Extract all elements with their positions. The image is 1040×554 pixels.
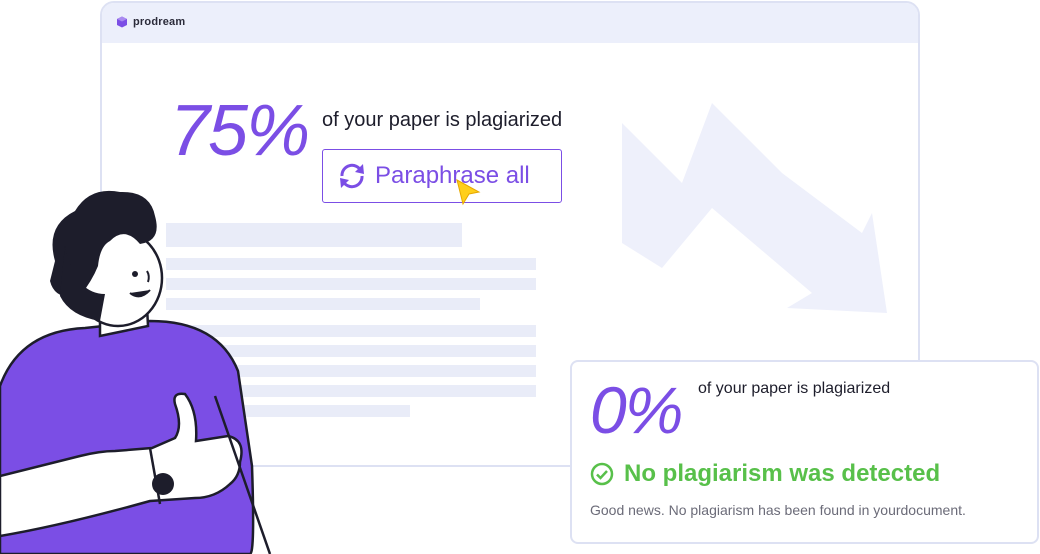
plagiarism-percent-after: 0% (590, 373, 683, 447)
brand-logo[interactable]: prodream (116, 16, 185, 28)
plagiarism-label-before: of your paper is plagiarized (322, 109, 563, 131)
status-text: No plagiarism was detected (624, 460, 941, 487)
paraphrase-all-button[interactable]: Paraphrase all (322, 149, 562, 203)
status-row: No plagiarism was detected (590, 460, 940, 488)
paraphrase-all-label: Paraphrase all (375, 162, 530, 189)
plagiarism-percent-before: 75% (170, 91, 310, 171)
plagiarism-label-after: of your paper is plagiarized (698, 380, 891, 397)
logo-cube-icon (117, 16, 127, 28)
down-trend-arrow-icon (622, 103, 887, 313)
person-thumbs-up-illustration (0, 190, 272, 554)
result-card: 0% of your paper is plagiarized No plagi… (570, 360, 1039, 544)
cursor-icon (456, 179, 481, 206)
status-message: Good news. No plagiarism has been found … (590, 502, 966, 518)
check-circle-icon (590, 462, 614, 486)
refresh-icon (340, 163, 364, 189)
brand-name: prodream (133, 16, 186, 28)
window-titlebar: prodream (102, 3, 918, 43)
